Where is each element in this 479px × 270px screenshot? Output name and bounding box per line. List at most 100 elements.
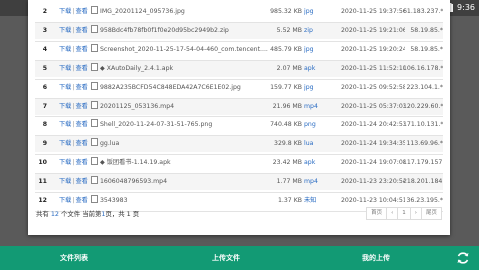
view-link[interactable]: 查看 [75, 8, 87, 15]
file-type: lua [304, 140, 314, 148]
last-page-button[interactable]: 尾页 [420, 207, 442, 220]
view-link[interactable]: 查看 [75, 27, 87, 34]
file-size: 21.96 MB [272, 102, 302, 110]
view-link[interactable]: 查看 [75, 65, 87, 72]
file-icon [91, 62, 98, 71]
file-type: zip [304, 26, 313, 34]
view-link[interactable]: 查看 [75, 140, 87, 147]
file-name: 958Bdc4fb78fb0f1f0e20d95bc2949b2.zip [91, 23, 281, 39]
download-link[interactable]: 下载 [59, 121, 71, 128]
tab-upload-file[interactable]: 上传文件 [212, 246, 240, 270]
file-type: png [304, 121, 316, 129]
file-name: ◆ 饭团看书-1.14.19.apk [91, 155, 281, 171]
row-index: 4 [42, 45, 47, 53]
upload-time: 2020-11-23 23:20:54 [341, 178, 405, 186]
row-index: 10 [38, 159, 47, 167]
file-size: 5.52 MB [276, 26, 302, 34]
row-actions: 下载|查看 [59, 155, 95, 171]
table-row: 8 下载|查看 Shell_2020-11-24-07-31-51-765.png 7… [35, 117, 443, 133]
file-icon [91, 43, 98, 52]
file-name: IMG_20201124_095736.jpg [91, 4, 281, 20]
download-link[interactable]: 下载 [59, 8, 71, 15]
row-actions: 下载|查看 [59, 23, 95, 39]
row-actions: 下载|查看 [59, 117, 95, 133]
view-link[interactable]: 查看 [75, 103, 87, 110]
tab-my-uploads[interactable]: 我的上传 [362, 246, 390, 270]
file-type: jpg [304, 8, 314, 15]
file-type: jpg [304, 83, 314, 91]
table-row: 4 下载|查看 Screenshot_2020-11-25-17-54-04-460… [35, 42, 443, 58]
row-actions: 下载|查看 [59, 193, 95, 209]
upload-time: 2020-11-25 19:37:56 [341, 8, 405, 15]
file-size: 2.07 MB [276, 64, 302, 72]
file-icon [91, 6, 98, 14]
row-index: 12 [38, 197, 47, 204]
file-size: 23.42 MB [272, 159, 302, 167]
row-index: 11 [38, 178, 47, 186]
file-type: apk [304, 159, 316, 167]
file-icon [91, 176, 98, 185]
file-icon [91, 195, 98, 203]
view-link[interactable]: 查看 [75, 121, 87, 128]
file-name: 20201125_053136.mp4 [91, 99, 281, 115]
file-name: Screenshot_2020-11-25-17-54-04-460_com.t… [91, 42, 281, 58]
tab-file-list[interactable]: 文件列表 [60, 246, 88, 270]
download-link[interactable]: 下载 [59, 197, 71, 204]
uploader-ip: 113.69.96.* [406, 140, 443, 148]
file-icon [91, 24, 98, 33]
refresh-icon[interactable] [456, 251, 470, 265]
download-link[interactable]: 下载 [59, 46, 71, 53]
file-type: mp4 [304, 178, 318, 186]
table-row: 10 下载|查看 ◆ 饭团看书-1.14.19.apk 23.42 MB apk 2020… [35, 155, 443, 171]
file-icon [91, 100, 98, 109]
table-row: 9 下载|查看 gg.lua 329.8 KB lua 2020-11-24 19:34:… [35, 136, 443, 153]
row-index: 7 [42, 102, 47, 110]
row-actions: 下载|查看 [59, 80, 95, 96]
download-link[interactable]: 下载 [59, 178, 71, 185]
download-link[interactable]: 下载 [59, 27, 71, 34]
file-size: 740.48 KB [270, 121, 302, 129]
upload-time: 2020-11-25 05:37:03 [341, 102, 405, 110]
file-type: apk [304, 64, 316, 72]
view-link[interactable]: 查看 [75, 46, 87, 53]
row-index: 5 [42, 64, 47, 72]
view-link[interactable]: 查看 [75, 197, 87, 204]
row-actions: 下载|查看 [59, 174, 95, 190]
uploader-ip: 218.201.184.* [403, 178, 443, 186]
uploader-ip: 61.183.237.* [403, 8, 443, 15]
upload-time: 2020-11-24 19:34:35 [341, 140, 405, 148]
view-link[interactable]: 查看 [75, 159, 87, 166]
file-name: ◆ XAutoDaily_2.4.1.apk [91, 61, 281, 77]
row-index: 9 [42, 140, 47, 148]
table-row: 7 下载|查看 20201125_053136.mp4 21.96 MB mp4 2020… [35, 98, 443, 115]
uploader-ip: 171.10.131.* [403, 121, 443, 129]
first-page-button[interactable]: 首页 [366, 207, 388, 220]
file-size: 1.37 KB [277, 197, 302, 204]
view-link[interactable]: 查看 [75, 84, 87, 91]
file-size: 985.32 KB [270, 8, 302, 15]
row-actions: 下载|查看 [59, 42, 95, 58]
row-actions: 下载|查看 [59, 61, 95, 77]
file-icon [91, 81, 98, 90]
file-icon [91, 119, 98, 128]
uploader-ip: 117.179.157.* [403, 159, 443, 167]
download-link[interactable]: 下载 [59, 159, 71, 166]
file-icon [91, 157, 98, 166]
upload-time: 2020-11-24 19:07:08 [341, 159, 405, 167]
upload-time: 2020-11-24 20:42:53 [341, 121, 405, 129]
row-actions: 下载|查看 [59, 136, 95, 152]
table-row: 2 下载|查看 IMG_20201124_095736.jpg 985.32 KB jp… [35, 4, 443, 20]
file-name: 9882A235BCFD54C848EDA42A7C6E1E02.jpg [91, 80, 281, 96]
download-link[interactable]: 下载 [59, 140, 71, 147]
row-actions: 下载|查看 [59, 4, 95, 20]
download-link[interactable]: 下载 [59, 84, 71, 91]
table-row: 11 下载|查看 1606048796593.mp4 1.77 MB mp4 2020-1… [35, 174, 443, 191]
download-link[interactable]: 下载 [59, 103, 71, 110]
upload-time: 2020-11-25 19:21:06 [341, 26, 405, 34]
file-icon [91, 138, 98, 147]
file-type: 未知 [304, 197, 317, 204]
view-link[interactable]: 查看 [75, 178, 87, 185]
file-name: Shell_2020-11-24-07-31-51-765.png [91, 117, 281, 133]
download-link[interactable]: 下载 [59, 65, 71, 72]
page-1-button[interactable]: 1 [397, 207, 411, 220]
